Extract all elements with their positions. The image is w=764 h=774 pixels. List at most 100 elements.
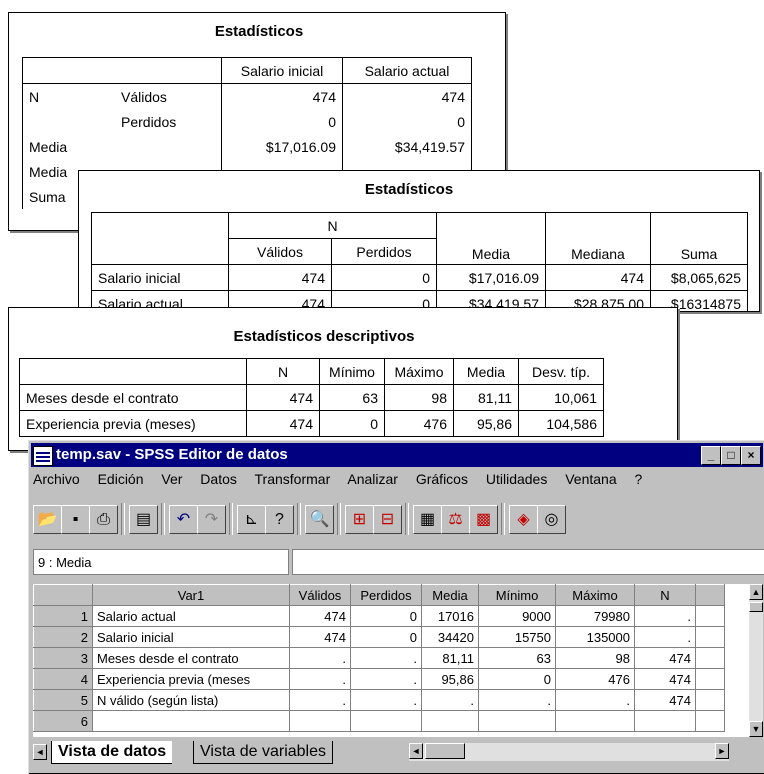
scroll-down-icon[interactable]: ▼ [749,721,763,737]
grid-cell[interactable]: . [289,689,351,711]
grid-cell[interactable] [634,710,696,732]
insert-case-icon[interactable]: ⊞ [345,505,374,534]
column-header[interactable]: Var1 [92,584,290,606]
menu-graficos[interactable]: Gráficos [416,471,468,487]
column-header[interactable]: Máximo [555,584,635,606]
select-cases-icon[interactable]: ▩ [469,505,498,534]
grid-cell[interactable]: 17016 [421,605,479,627]
grid-cell[interactable]: 63 [478,647,556,669]
menu-datos[interactable]: Datos [200,471,237,487]
grid-cell[interactable] [289,710,351,732]
undo-icon[interactable]: ↶ [169,505,198,534]
column-header[interactable]: Media [421,584,479,606]
column-header[interactable]: N [634,584,696,606]
menu-analizar[interactable]: Analizar [347,471,398,487]
menu-ventana[interactable]: Ventana [565,471,616,487]
grid-cell[interactable]: . [555,689,635,711]
vertical-scrollbar[interactable]: ▲ ▼ [749,584,763,737]
grid-cell[interactable]: 34420 [421,626,479,648]
close-button[interactable]: × [741,446,761,465]
grid-cell[interactable]: . [289,668,351,690]
menu-archivo[interactable]: Archivo [33,471,80,487]
window-titlebar[interactable]: temp.sav - SPSS Editor de datos _ □ × [31,443,763,467]
scroll-up-icon[interactable]: ▲ [749,584,763,600]
grid-cell[interactable]: Salario inicial [92,626,290,648]
dialog-recall-icon[interactable]: ▤ [129,505,158,534]
grid-cell[interactable]: . [289,647,351,669]
grid-cell[interactable] [350,710,422,732]
column-header[interactable]: Mínimo [478,584,556,606]
menu-ver[interactable]: Ver [161,471,182,487]
grid-cell[interactable]: 98 [555,647,635,669]
save-icon[interactable]: ▪ [61,505,90,534]
value-labels-icon[interactable]: ◈ [509,505,538,534]
variables-info-icon[interactable]: ? [265,505,294,534]
grid-cell[interactable]: 474 [289,626,351,648]
minimize-button[interactable]: _ [701,446,721,465]
scroll-thumb[interactable] [749,602,763,612]
grid-cell[interactable]: Experiencia previa (meses [92,668,290,690]
grid-cell[interactable]: Meses desde el contrato [92,647,290,669]
grid-cell[interactable]: 474 [634,668,696,690]
scroll-right-icon[interactable]: ► [715,743,729,759]
row-number[interactable]: 6 [33,710,93,732]
column-header[interactable]: Perdidos [350,584,422,606]
grid-cell[interactable]: 0 [478,668,556,690]
grid-cell[interactable]: 135000 [555,626,635,648]
insert-variable-icon[interactable]: ⊟ [373,505,402,534]
grid-cell[interactable]: . [350,689,422,711]
tab-scroll-left-icon[interactable]: ◄ [33,744,47,760]
grid-cell[interactable]: . [350,647,422,669]
grid-cell[interactable]: 81,11 [421,647,479,669]
menu-utilidades[interactable]: Utilidades [486,471,547,487]
grid-cell[interactable]: N válido (según lista) [92,689,290,711]
grid-cell[interactable]: 476 [555,668,635,690]
redo-icon[interactable]: ↷ [197,505,226,534]
grid-cell[interactable]: 474 [634,647,696,669]
row-number[interactable]: 5 [33,689,93,711]
grid-cell[interactable]: . [634,605,696,627]
hscroll-thumb[interactable] [425,743,465,759]
grid-cell[interactable]: 474 [289,605,351,627]
tab-data-view[interactable]: Vista de datos [51,741,173,764]
column-header[interactable]: Válidos [289,584,351,606]
grid-cell[interactable]: . [478,689,556,711]
stats-table-3: Estadísticos descriptivos N Mínimo Máxim… [8,307,678,451]
row-number[interactable]: 2 [33,626,93,648]
menu-edicion[interactable]: Edición [98,471,144,487]
use-sets-icon[interactable]: ◎ [537,505,566,534]
find-icon[interactable]: 🔍 [305,505,334,534]
grid-cell[interactable]: 474 [634,689,696,711]
grid-cell[interactable]: 15750 [478,626,556,648]
grid-cell[interactable]: 0 [350,605,422,627]
menu-transformar[interactable]: Transformar [255,471,331,487]
split-file-icon[interactable]: ▦ [413,505,442,534]
t2-cell: 474 [545,264,651,291]
grid-cell[interactable]: 0 [350,626,422,648]
grid-cell[interactable]: . [634,626,696,648]
grid-corner[interactable] [33,584,93,606]
grid-cell[interactable]: 9000 [478,605,556,627]
goto-case-icon[interactable]: ⊾ [237,505,266,534]
maximize-button[interactable]: □ [721,446,741,465]
grid-cell[interactable] [421,710,479,732]
grid-cell[interactable]: . [350,668,422,690]
scroll-left-icon[interactable]: ◄ [409,743,423,759]
open-folder-icon[interactable]: 📂 [33,505,62,534]
grid-cell[interactable] [92,710,290,732]
print-icon[interactable]: ⎙ [89,505,118,534]
row-number[interactable]: 4 [33,668,93,690]
grid-cell[interactable] [478,710,556,732]
row-number[interactable]: 3 [33,647,93,669]
grid-cell[interactable]: . [421,689,479,711]
cell-editor-input[interactable] [292,549,764,575]
grid-cell[interactable]: 95,86 [421,668,479,690]
menu-help[interactable]: ? [635,471,643,487]
grid-cell[interactable] [555,710,635,732]
tab-variable-view[interactable]: Vista de variables [193,741,333,764]
grid-cell[interactable]: Salario actual [92,605,290,627]
weight-cases-icon[interactable]: ⚖ [441,505,470,534]
grid-cell[interactable]: 79980 [555,605,635,627]
horizontal-scrollbar[interactable]: ◄ ► [409,743,729,761]
row-number[interactable]: 1 [33,605,93,627]
